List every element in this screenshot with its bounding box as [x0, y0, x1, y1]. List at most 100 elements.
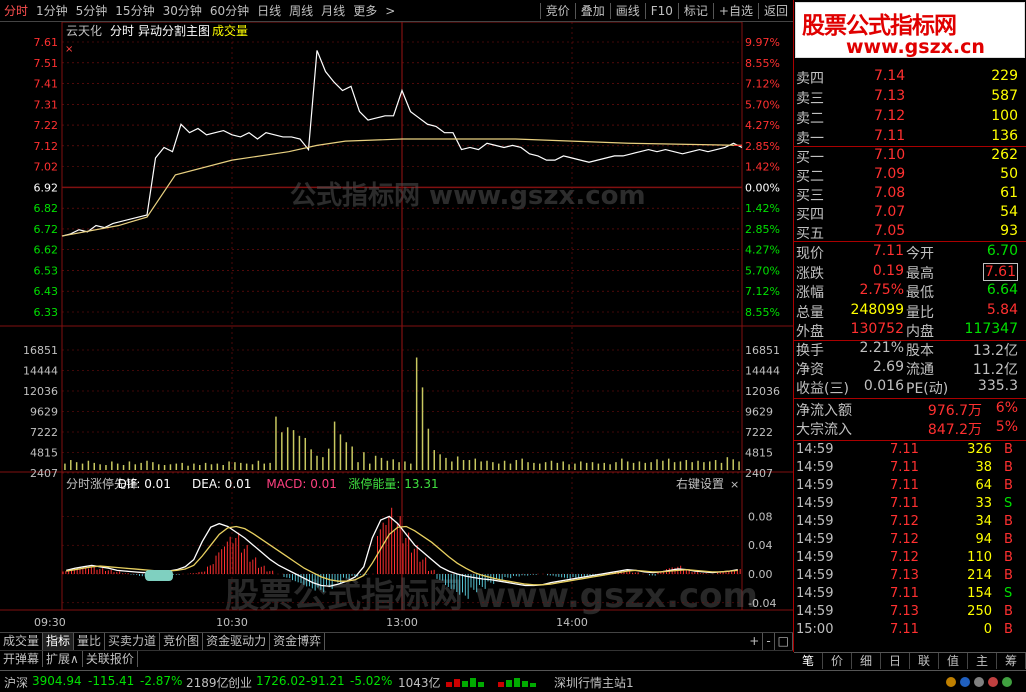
volume-tick-label-right: 2407	[745, 467, 773, 480]
tick-time: 14:59	[796, 568, 834, 583]
price-tick-label: 6.33	[34, 306, 59, 319]
toolbar-button-0[interactable]: 竞价	[541, 2, 575, 19]
quote-row: 卖二 7.12 100	[796, 108, 1022, 127]
indicator-tick-label: -0.04	[748, 597, 776, 610]
price-tick-label: 7.51	[34, 57, 59, 70]
side-tab-5[interactable]: 值	[939, 653, 968, 669]
period-tab-3[interactable]: 15分钟	[111, 2, 158, 19]
quote-value: 2.75%	[859, 282, 904, 298]
chart-area[interactable]: 7.61 9.97% 7.51 8.55% 7.41 7.12% 7.31 5.70% 7.22…	[0, 21, 967, 632]
sh-index-value: 3904.94	[32, 674, 82, 688]
panel-control-0[interactable]: +	[746, 633, 764, 650]
fundamental-value: 13.2亿	[972, 343, 1018, 359]
cy-index-amount: 1043亿	[398, 676, 441, 690]
quote-label: 今开	[906, 246, 934, 262]
quote-row: 卖一 7.11 136	[796, 128, 1022, 147]
indicator-tab-1[interactable]: 指标	[43, 633, 75, 650]
indicator-tab-0[interactable]: 成交量	[0, 633, 44, 650]
sell-level-price: 7.13	[874, 88, 906, 104]
period-tab-4[interactable]: 30分钟	[159, 2, 206, 19]
intraday-chart[interactable]: 7.61 9.97% 7.51 8.55% 7.41 7.12% 7.31 5.70% 7.22…	[0, 21, 967, 632]
panel-control-2[interactable]: □	[775, 633, 793, 650]
toolbar-button-3[interactable]: F10	[646, 4, 678, 18]
extension-tab-1[interactable]: 扩展∧	[43, 651, 83, 667]
tab-spacer	[325, 633, 746, 650]
period-tab-0[interactable]: 分时	[0, 2, 32, 19]
period-tab-8[interactable]: 月线	[317, 2, 349, 19]
indicator-tabs: 成交量 指标 量比 买卖力道 竞价图 资金驱动力 资金博弈 + - □	[0, 632, 793, 650]
chart-mode: 分时	[110, 24, 134, 38]
price-tick-label: 7.61	[34, 36, 59, 49]
price-tick-label: 7.31	[34, 98, 59, 111]
indicator-tick-label: 0.08	[748, 510, 773, 523]
price-tick-label: 6.92	[34, 181, 59, 194]
tick-volume: 250	[967, 604, 992, 619]
indicator-tab-3[interactable]: 买卖力道	[105, 633, 161, 650]
toolbar-button-6[interactable]: 返回	[759, 2, 793, 19]
extension-tab-2[interactable]: 关联报价	[83, 651, 138, 667]
period-tab-6[interactable]: 日线	[253, 2, 285, 19]
pct-tick-label: 1.42%	[745, 161, 780, 174]
buy-level-label: 买四	[796, 207, 824, 223]
tick-side: B	[1004, 460, 1013, 475]
quote-value: 248099	[850, 301, 904, 318]
side-tab-1[interactable]: 价	[823, 653, 852, 669]
side-tab-3[interactable]: 日	[881, 653, 910, 669]
extension-tabs: 开弹幕 扩展∧ 关联报价	[0, 650, 793, 667]
tick-price: 7.12	[890, 514, 919, 529]
quote-label: 量比	[906, 304, 934, 321]
quote-value: 6.70	[986, 243, 1018, 259]
toolbar-button-5[interactable]: +自选	[714, 2, 758, 19]
period-tab-2[interactable]: 5分钟	[72, 2, 112, 19]
tick-time: 14:59	[796, 586, 834, 601]
quote-label: 现价	[796, 246, 824, 262]
tick-side: S	[1004, 586, 1013, 601]
tick-side: B	[1004, 532, 1013, 547]
energy-marker	[145, 570, 173, 581]
tick-volume: 0	[983, 622, 992, 637]
price-tick-label: 7.02	[34, 161, 59, 174]
volume-tick-label-right: 12036	[745, 385, 780, 398]
volume-tick-label-right: 9629	[745, 406, 773, 419]
side-tab-0[interactable]: 笔	[794, 653, 823, 669]
side-tab-6[interactable]: 主	[968, 653, 997, 669]
tick-side: B	[1004, 622, 1013, 637]
tick-volume: 64	[975, 478, 992, 493]
tick-time: 15:00	[796, 622, 834, 637]
quote-row: 14:59 7.11 64 B	[796, 478, 1022, 497]
period-tab-7[interactable]: 周线	[285, 2, 317, 19]
panel-control-1[interactable]: -	[763, 633, 775, 650]
logo-url: www.gszx.cn	[846, 36, 985, 58]
indicator-tab-2[interactable]: 量比	[74, 633, 106, 650]
quote-value: 7.11	[872, 243, 904, 259]
pct-tick-label: 1.42%	[745, 202, 780, 215]
toolbar-button-4[interactable]: 标记	[679, 2, 713, 19]
period-toolbar: 分时 1分钟 5分钟 15分钟 30分钟 60分钟 日线 周线 月线 更多 > 竞价 叠加 画线 F10 标记…	[0, 0, 793, 22]
period-tab-5[interactable]: 60分钟	[206, 2, 253, 19]
volume-tick-label: 12036	[23, 385, 58, 398]
pct-tick-label: 7.12%	[745, 78, 780, 91]
more-arrow-icon[interactable]: >	[381, 4, 399, 18]
time-tick-label: 13:00	[386, 616, 418, 629]
indicator-tab-6[interactable]: 资金博弈	[270, 633, 326, 650]
quote-row: 收益(三) 0.016 PE(动) 335.3	[796, 378, 1022, 397]
extension-tab-0[interactable]: 开弹幕	[0, 651, 44, 667]
quote-label: 涨幅	[796, 285, 824, 301]
indicator-tab-5[interactable]: 资金驱动力	[203, 633, 271, 650]
toolbar-button-2[interactable]: 画线	[611, 2, 645, 19]
period-tab-1[interactable]: 1分钟	[32, 2, 72, 19]
indicator-tab-4[interactable]: 竞价图	[160, 633, 204, 650]
market-bars-icon	[446, 676, 546, 691]
indicator-tick-label: 0.00	[748, 568, 773, 581]
pct-tick-label: 8.55%	[745, 57, 780, 70]
side-tab-2[interactable]: 细	[852, 653, 881, 669]
time-tick-label: 10:30	[216, 616, 248, 629]
period-tab-9[interactable]: 更多	[349, 2, 381, 19]
price-tick-label: 6.82	[34, 202, 59, 215]
side-tab-7[interactable]: 筹	[997, 653, 1026, 669]
toolbar-button-1[interactable]: 叠加	[576, 2, 610, 19]
side-tab-4[interactable]: 联	[910, 653, 939, 669]
macd-value: MACD: 0.01	[266, 477, 337, 491]
flow-value: 976.7万	[927, 403, 982, 419]
sell-level-price: 7.12	[874, 108, 906, 124]
